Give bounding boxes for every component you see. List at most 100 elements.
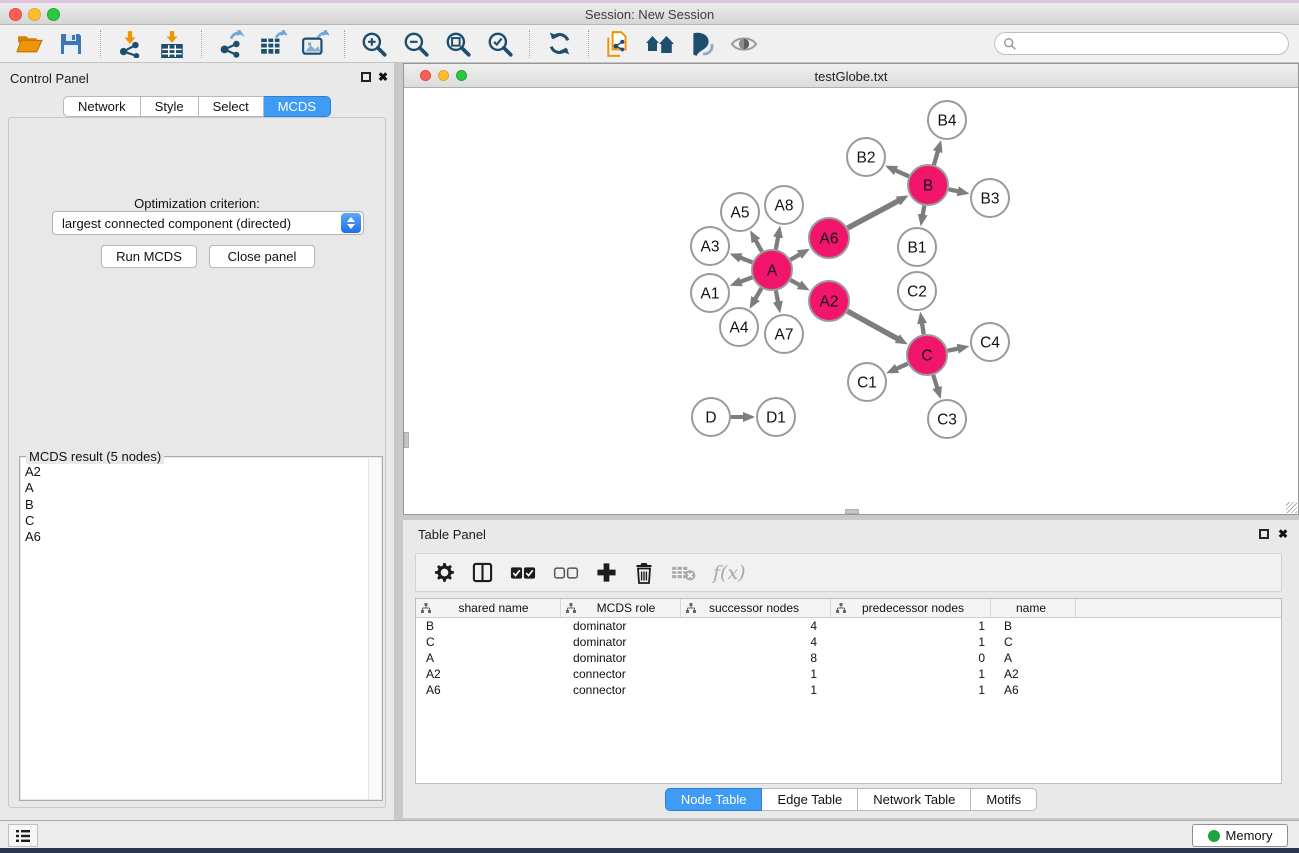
node-A4[interactable]: A4 [720, 308, 758, 346]
edge-A-A2[interactable] [790, 280, 800, 285]
search-input[interactable] [994, 32, 1289, 55]
zoom-selected-icon[interactable] [485, 29, 515, 59]
table-cell[interactable]: A [991, 651, 1076, 665]
node-A5[interactable]: A5 [721, 193, 759, 231]
add-icon[interactable] [596, 562, 617, 583]
app-titlebar[interactable]: Session: New Session [0, 3, 1299, 25]
export-network-icon[interactable] [216, 29, 246, 59]
table-row[interactable]: Cdominator41C [416, 634, 1281, 650]
result-item[interactable]: A6 [21, 529, 381, 545]
edge-C-C4[interactable] [948, 348, 959, 350]
edge-A-A1[interactable] [740, 277, 752, 282]
resize-grip[interactable] [1286, 502, 1297, 513]
table-row[interactable]: A6connector11A6 [416, 682, 1281, 698]
table-cell[interactable]: A2 [416, 667, 561, 681]
home-icon[interactable] [645, 29, 675, 59]
node-A2[interactable]: A2 [809, 281, 849, 321]
column-header-successor-nodes[interactable]: successor nodes [681, 599, 831, 617]
memory-button[interactable]: Memory [1192, 824, 1288, 847]
tab-mcds[interactable]: MCDS [264, 96, 331, 117]
table-cell[interactable]: A6 [991, 683, 1076, 697]
node-A3[interactable]: A3 [691, 227, 729, 265]
column-view-icon[interactable] [472, 562, 493, 583]
edge-A-A6[interactable] [790, 254, 800, 260]
tab-network-table[interactable]: Network Table [858, 788, 971, 811]
node-D[interactable]: D [692, 398, 730, 436]
result-item[interactable]: B [21, 497, 381, 513]
node-D1[interactable]: D1 [757, 398, 795, 436]
table-cell[interactable]: A [416, 651, 561, 665]
node-C4[interactable]: C4 [971, 323, 1009, 361]
tab-node-table[interactable]: Node Table [665, 788, 763, 811]
network-graph[interactable]: AA1A3A5A8A4A7A6A2BB1B2B3B4CC1C2C3C4DD1 [404, 89, 1298, 515]
table-cell[interactable]: connector [561, 667, 681, 681]
table-cell[interactable]: 8 [681, 651, 831, 665]
export-table-icon[interactable] [258, 29, 288, 59]
node-A7[interactable]: A7 [765, 315, 803, 353]
edge-A-A4[interactable] [755, 288, 761, 299]
close-panel-button[interactable]: Close panel [209, 245, 315, 268]
node-A[interactable]: A [752, 250, 792, 290]
table-row[interactable]: Bdominator41B [416, 618, 1281, 634]
zoom-fit-icon[interactable] [443, 29, 473, 59]
tab-motifs[interactable]: Motifs [971, 788, 1037, 811]
eye-icon[interactable] [729, 29, 759, 59]
tab-network[interactable]: Network [63, 96, 141, 117]
settings-icon[interactable] [434, 562, 455, 583]
node-B3[interactable]: B3 [971, 179, 1009, 217]
table-cell[interactable]: 1 [831, 619, 991, 633]
table-cell[interactable]: C [991, 635, 1076, 649]
table-cell[interactable]: 1 [831, 683, 991, 697]
table-cell[interactable]: 1 [831, 635, 991, 649]
function-icon[interactable]: f(x) [713, 562, 746, 584]
node-C2[interactable]: C2 [898, 272, 936, 310]
column-header-shared-name[interactable]: shared name [416, 599, 561, 617]
close-table-panel-icon[interactable]: ✖ [1278, 527, 1288, 541]
node-A8[interactable]: A8 [765, 186, 803, 224]
horizontal-scroll-thumb[interactable] [845, 509, 859, 514]
delete-icon[interactable] [634, 562, 654, 584]
node-B2[interactable]: B2 [847, 138, 885, 176]
delete-table-icon[interactable] [671, 564, 696, 581]
table-cell[interactable]: B [991, 619, 1076, 633]
import-table-icon[interactable] [157, 29, 187, 59]
node-C1[interactable]: C1 [848, 363, 886, 401]
edge-A-A3[interactable] [740, 258, 753, 263]
style-icon[interactable] [687, 29, 717, 59]
network-canvas[interactable]: AA1A3A5A8A4A7A6A2BB1B2B3B4CC1C2C3C4DD1 [404, 89, 1298, 514]
criterion-select[interactable]: largest connected component (directed) [52, 211, 364, 235]
table-row[interactable]: A2connector11A2 [416, 666, 1281, 682]
tab-style[interactable]: Style [141, 96, 199, 117]
node-B4[interactable]: B4 [928, 101, 966, 139]
table-cell[interactable]: 1 [681, 683, 831, 697]
tab-edge-table[interactable]: Edge Table [762, 788, 858, 811]
zoom-out-icon[interactable] [401, 29, 431, 59]
edge-C-C3[interactable] [933, 375, 937, 388]
table-row[interactable]: Adominator80A [416, 650, 1281, 666]
float-table-panel-icon[interactable] [1259, 529, 1269, 539]
table-cell[interactable]: B [416, 619, 561, 633]
node-table[interactable]: shared nameMCDS rolesuccessor nodesprede… [415, 598, 1282, 784]
edge-B-B3[interactable] [949, 189, 959, 191]
result-item[interactable]: A [21, 480, 381, 496]
refresh-icon[interactable] [544, 29, 574, 59]
edge-A-A5[interactable] [755, 240, 761, 252]
network-window-titlebar[interactable]: testGlobe.txt [404, 64, 1298, 88]
node-B[interactable]: B [908, 165, 948, 205]
open-folder-icon[interactable] [14, 29, 44, 59]
edge-C-C2[interactable] [922, 323, 924, 335]
table-cell[interactable]: C [416, 635, 561, 649]
table-cell[interactable]: A2 [991, 667, 1076, 681]
save-icon[interactable] [56, 29, 86, 59]
table-cell[interactable]: dominator [561, 651, 681, 665]
table-cell[interactable]: 4 [681, 635, 831, 649]
result-item[interactable]: C [21, 513, 381, 529]
vertical-scroll-thumb[interactable] [404, 432, 409, 448]
table-cell[interactable]: dominator [561, 619, 681, 633]
task-history-button[interactable] [8, 824, 38, 847]
table-cell[interactable]: connector [561, 683, 681, 697]
select-all-icon[interactable] [510, 566, 536, 580]
import-network-icon[interactable] [115, 29, 145, 59]
result-scrollbar[interactable] [368, 458, 381, 799]
table-cell[interactable]: A6 [416, 683, 561, 697]
